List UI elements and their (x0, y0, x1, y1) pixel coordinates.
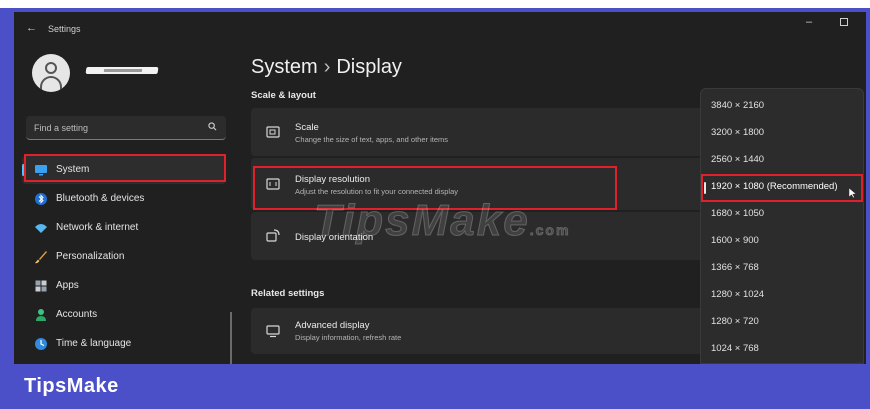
top-strip (0, 0, 870, 8)
sidebar-item-label: Accounts (56, 309, 98, 320)
section-label-related-settings: Related settings (251, 288, 325, 299)
advanced-display-icon (266, 325, 280, 338)
back-button[interactable]: ← (26, 22, 37, 34)
apps-icon (35, 280, 47, 292)
card-subtitle: Display information, refresh rate (295, 333, 402, 342)
card-title: Advanced display (295, 320, 370, 331)
scale-icon (266, 126, 280, 138)
watermark-text: TipsMake (314, 196, 530, 246)
advanced-display-card[interactable]: Advanced display Display information, re… (251, 308, 711, 354)
system-highlight-box (24, 154, 226, 182)
sidebar-item-time-language[interactable]: Time & language (22, 330, 226, 358)
card-title: Scale (295, 122, 319, 133)
sidebar-item-bluetooth[interactable]: Bluetooth & devices (22, 185, 226, 213)
orientation-icon (266, 229, 280, 242)
avatar-head-shape (45, 62, 57, 74)
avatar[interactable] (32, 54, 70, 92)
search-input[interactable]: Find a setting (26, 116, 226, 140)
scale-card[interactable]: Scale Change the size of text, apps, and… (251, 108, 711, 156)
footer-brand: TipsMake (24, 375, 119, 397)
app-title: Settings (48, 24, 81, 34)
resolution-option[interactable]: 1280 × 1024 (711, 289, 764, 300)
watermark: TipsMake.com (314, 196, 570, 246)
sidebar-item-label: Personalization (56, 251, 125, 262)
breadcrumb-current: Display (336, 56, 402, 78)
resolution-option[interactable]: 1600 × 900 (711, 235, 759, 246)
person-icon (36, 309, 46, 321)
resolution-dropdown[interactable]: 3840 × 2160 3200 × 1800 2560 × 1440 1920… (700, 88, 864, 364)
resolution-option[interactable]: 1680 × 1050 (711, 208, 764, 219)
wifi-icon (35, 224, 47, 233)
search-placeholder: Find a setting (34, 123, 89, 133)
globe-clock-icon (35, 338, 47, 350)
sidebar-item-network[interactable]: Network & internet (22, 214, 226, 242)
card-subtitle: Change the size of text, apps, and other… (295, 135, 449, 144)
brush-icon (35, 251, 47, 264)
watermark-suffix: .com (529, 222, 571, 239)
frame-right-band (866, 8, 870, 364)
avatar-shoulders-shape (40, 76, 62, 92)
page-title: System › Display (251, 56, 402, 79)
maximize-button[interactable] (840, 18, 848, 26)
resolution-option[interactable]: 1366 × 768 (711, 262, 759, 273)
resolution-option[interactable]: 3840 × 2160 (711, 100, 764, 111)
sidebar-item-label: Time & language (56, 338, 132, 349)
settings-window: ← Settings – Find a setting System Bluet… (14, 12, 866, 364)
sidebar-item-apps[interactable]: Apps (22, 272, 226, 300)
breadcrumb-separator: › (323, 56, 331, 78)
mouse-cursor-icon (849, 188, 857, 198)
sidebar-item-accounts[interactable]: Accounts (22, 301, 226, 329)
frame-left-band (0, 8, 14, 364)
search-icon (208, 122, 217, 131)
section-label-scale-layout: Scale & layout (251, 90, 316, 101)
minimize-button[interactable]: – (806, 16, 812, 28)
sidebar-item-label: Bluetooth & devices (56, 193, 145, 204)
breadcrumb-parent[interactable]: System (251, 56, 318, 78)
resolution-option[interactable]: 2560 × 1440 (711, 154, 764, 165)
resolution-option[interactable]: 1024 × 768 (711, 343, 759, 354)
footer-banner: TipsMake (0, 364, 870, 409)
sidebar-item-label: Network & internet (56, 222, 139, 233)
sidebar-item-personalization[interactable]: Personalization (22, 243, 226, 271)
resolution-option[interactable]: 3200 × 1800 (711, 127, 764, 138)
resolution-option[interactable]: 1280 × 720 (711, 316, 759, 327)
title-bar: ← Settings – (14, 12, 866, 46)
sidebar-item-label: Apps (56, 280, 79, 291)
bluetooth-icon (35, 193, 47, 205)
sidebar-scrollbar[interactable] (230, 312, 232, 364)
recommended-highlight-box (701, 174, 863, 202)
username-redacted (85, 67, 159, 74)
